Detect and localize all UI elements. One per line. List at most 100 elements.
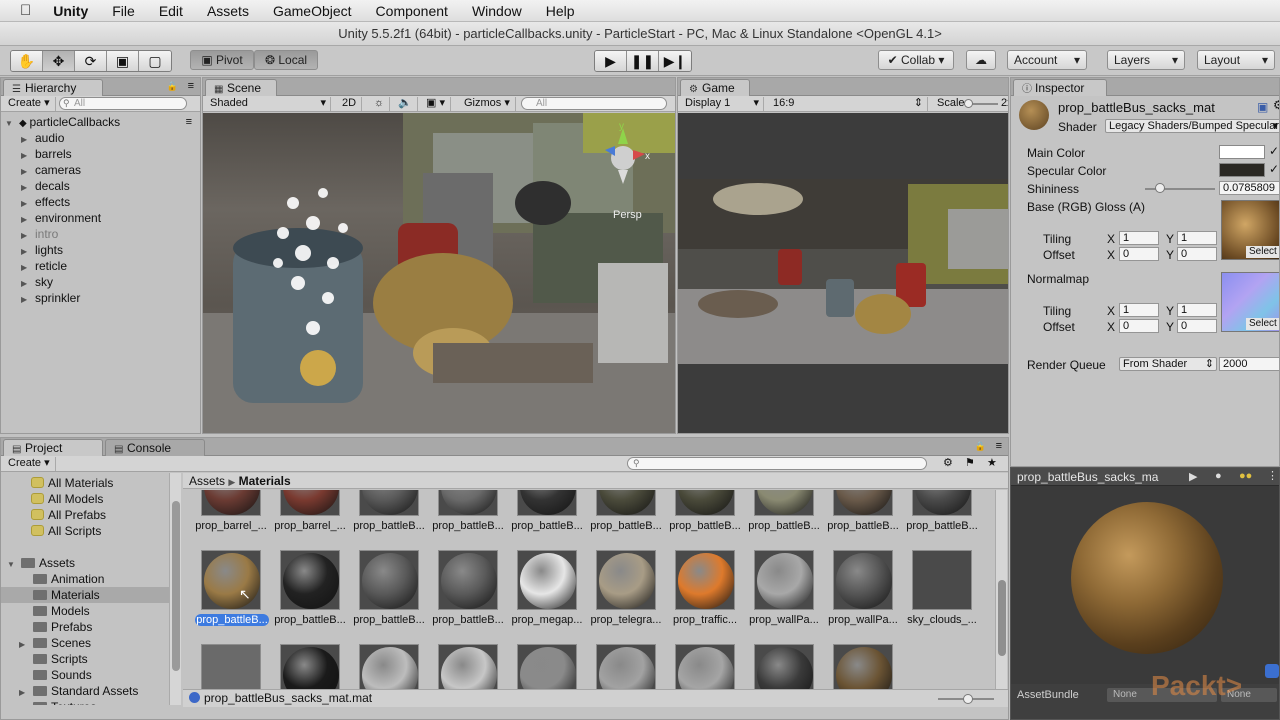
layers-dropdown[interactable]: Layers ▾ — [1107, 50, 1185, 70]
tab-project[interactable]: ▤ Project — [3, 439, 103, 456]
settings-gear-icon[interactable]: ⚙ — [1273, 98, 1279, 112]
breadcrumb-assets[interactable]: Assets — [189, 474, 225, 488]
preview-sphere-icon[interactable]: ● — [1215, 470, 1222, 482]
material-thumbnail[interactable] — [596, 644, 656, 689]
material-name-label[interactable]: prop_wallPa... — [823, 614, 903, 626]
hierarchy-item[interactable]: ▶ decals — [7, 178, 200, 194]
lock-icon[interactable]: 🔒 — [167, 81, 178, 92]
specular-color-swatch[interactable] — [1219, 163, 1265, 177]
preview-menu-icon[interactable]: ⋮ — [1267, 469, 1278, 482]
material-thumbnail[interactable] — [833, 550, 893, 610]
hierarchy-item[interactable]: ▶ intro — [7, 226, 200, 242]
folder-tree-scrollbar[interactable] — [169, 473, 181, 705]
material-thumbnail[interactable] — [517, 644, 577, 689]
material-thumbnail[interactable] — [359, 644, 419, 689]
material-thumbnail[interactable] — [359, 490, 419, 516]
material-name-label[interactable]: prop_battleB... — [270, 614, 350, 626]
folder-item[interactable]: Animation — [1, 571, 169, 587]
thumbnail-size-slider-thumb[interactable] — [963, 694, 973, 704]
material-thumbnail[interactable] — [596, 550, 656, 610]
assets-root-row[interactable]: ▼ Assets — [7, 555, 183, 571]
material-thumbnail[interactable] — [833, 644, 893, 689]
menu-component[interactable]: Component — [364, 3, 460, 19]
tab-scene[interactable]: ▦ Scene — [205, 79, 277, 96]
menu-gameobject[interactable]: GameObject — [261, 3, 364, 19]
2d-toggle[interactable]: 2D — [337, 97, 363, 111]
pivot-button[interactable]: ▣ Pivot — [190, 50, 254, 70]
hierarchy-item[interactable]: ▶ barrels — [7, 146, 200, 162]
material-name-label[interactable]: prop_battleB... — [902, 520, 982, 532]
material-thumbnail[interactable] — [359, 550, 419, 610]
apple-icon[interactable]:  — [0, 2, 41, 19]
scene-menu-icon[interactable]: ≡ — [186, 114, 192, 130]
material-name-label[interactable]: prop_barrel_... — [191, 520, 271, 532]
favorite-item[interactable]: All Prefabs — [31, 507, 183, 523]
effects-toggle-icon[interactable]: ▣ ▾ — [421, 97, 451, 111]
folder-item[interactable]: Sounds — [1, 667, 169, 683]
favorite-item[interactable]: All Models — [31, 491, 183, 507]
material-thumbnail[interactable] — [280, 490, 340, 516]
folder-item[interactable]: Prefabs — [1, 619, 169, 635]
shader-dropdown[interactable]: Legacy Shaders/Bumped Specular ▾ — [1105, 119, 1279, 133]
hierarchy-item[interactable]: ▶ audio — [7, 130, 200, 146]
favorite-item[interactable]: All Scripts — [31, 523, 183, 539]
material-thumbnail[interactable] — [201, 490, 261, 516]
material-name-label[interactable]: prop_battleB... — [823, 520, 903, 532]
preview-light-icon[interactable]: ●● — [1239, 470, 1252, 482]
hierarchy-item[interactable]: ▶ cameras — [7, 162, 200, 178]
display-dropdown[interactable]: Display 1 ▾ — [680, 97, 764, 111]
material-thumbnail[interactable] — [438, 550, 498, 610]
base-offset-x-input[interactable]: 0 — [1119, 247, 1159, 261]
shininess-slider-thumb[interactable] — [1155, 183, 1165, 193]
material-name-label[interactable]: prop_battleB... — [507, 520, 587, 532]
help-book-icon[interactable]: ▣ — [1257, 100, 1268, 114]
folder-tree-scroll-thumb[interactable] — [172, 501, 180, 671]
material-name-label[interactable]: prop_battleB... — [349, 614, 429, 626]
base-tiling-x-input[interactable]: 1 — [1119, 231, 1159, 245]
material-name-label[interactable]: prop_battleB... — [428, 520, 508, 532]
tag-icon[interactable] — [1265, 664, 1279, 678]
account-dropdown[interactable]: Account ▾ — [1007, 50, 1087, 70]
tab-game[interactable]: ⚙ Game — [680, 79, 750, 96]
favorite-star-icon[interactable]: ★ — [987, 456, 997, 469]
filter-by-type-icon[interactable]: ⚙ — [943, 456, 953, 469]
material-thumbnail[interactable] — [912, 490, 972, 516]
material-thumbnail[interactable] — [201, 550, 261, 610]
project-create-button[interactable]: Create ▾ — [3, 457, 56, 471]
rect-tool-icon[interactable]: ▢ — [139, 51, 171, 71]
menu-file[interactable]: File — [100, 3, 147, 19]
material-preview-sphere[interactable] — [1071, 502, 1223, 654]
preview-play-icon[interactable]: ▶ — [1189, 470, 1197, 483]
folder-item[interactable]: Materials — [1, 587, 169, 603]
step-icon[interactable]: ▶❙ — [659, 51, 691, 71]
normal-offset-x-input[interactable]: 0 — [1119, 319, 1159, 333]
scale-tool-icon[interactable]: ▣ — [107, 51, 139, 71]
material-thumbnail[interactable] — [596, 490, 656, 516]
rotate-tool-icon[interactable]: ⟳ — [75, 51, 107, 71]
scale-slider-thumb[interactable] — [964, 99, 973, 108]
shininess-value[interactable]: 0.0785809 — [1219, 181, 1279, 195]
material-thumbnail[interactable] — [517, 490, 577, 516]
breadcrumb-materials[interactable]: Materials — [239, 474, 291, 488]
tab-hierarchy[interactable]: ☰ Hierarchy — [3, 79, 103, 96]
panel-menu-icon[interactable]: ≡ — [188, 80, 194, 92]
material-thumbnail[interactable] — [517, 550, 577, 610]
material-thumbnail[interactable] — [754, 490, 814, 516]
cloud-icon[interactable]: ☁ — [966, 50, 996, 70]
scene-search-input[interactable]: All — [521, 97, 667, 110]
material-thumbnail[interactable] — [675, 550, 735, 610]
normal-select-button[interactable]: Select — [1246, 318, 1279, 330]
render-queue-dropdown[interactable]: From Shader ⇕ — [1119, 357, 1217, 371]
lighting-toggle-icon[interactable]: ☼ — [369, 97, 391, 111]
move-tool-icon[interactable]: ✥ — [43, 51, 75, 71]
normal-tiling-x-input[interactable]: 1 — [1119, 303, 1159, 317]
menu-window[interactable]: Window — [460, 3, 534, 19]
hierarchy-create-button[interactable]: Create ▾ — [3, 97, 56, 111]
layout-dropdown[interactable]: Layout ▾ — [1197, 50, 1275, 70]
material-name-label[interactable]: prop_telegra... — [586, 614, 666, 626]
menu-assets[interactable]: Assets — [195, 3, 261, 19]
material-thumbnail[interactable] — [201, 644, 261, 689]
folder-item[interactable]: ▶ Scenes — [1, 635, 169, 651]
asset-grid-scrollbar[interactable] — [995, 490, 1007, 689]
eyedropper-icon[interactable]: ✓ — [1269, 144, 1279, 158]
